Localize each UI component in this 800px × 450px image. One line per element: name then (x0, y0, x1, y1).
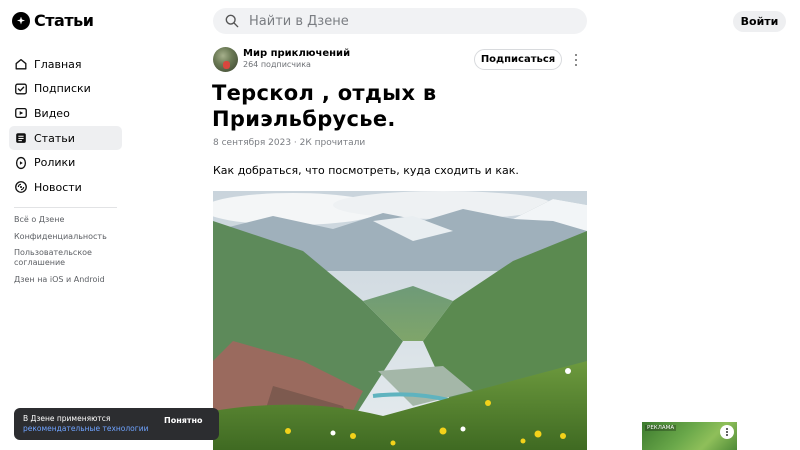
logo[interactable]: Статьи (12, 11, 94, 30)
video-icon (15, 108, 27, 119)
news-icon (15, 181, 27, 194)
search-icon (225, 14, 239, 28)
more-options-icon[interactable] (571, 52, 581, 68)
zen-logo-icon (12, 11, 30, 30)
sidebar-nav: Главная Подписки Видео Статьи Ролики Нов… (9, 52, 122, 200)
search-bar[interactable] (213, 8, 587, 34)
sidebar-item-subscriptions[interactable]: Подписки (9, 77, 122, 102)
sidebar-divider (14, 207, 117, 208)
footer-links: Всё о Дзене Конфиденциальность Пользоват… (14, 215, 119, 291)
footer-link-apps[interactable]: Дзен на iOS и Android (14, 275, 119, 285)
ad-more-icon[interactable] (720, 425, 734, 439)
home-icon (15, 59, 27, 70)
search-input[interactable] (249, 13, 549, 29)
article-photo (213, 191, 587, 450)
subscriber-count: 264 подписчика (243, 60, 311, 69)
sidebar-item-label: Ролики (34, 156, 76, 170)
sidebar-item-label: Главная (34, 57, 82, 71)
article-lead: Как добраться, что посмотреть, куда сход… (213, 164, 519, 177)
sidebar-item-home[interactable]: Главная (9, 52, 122, 77)
channel-avatar[interactable] (213, 47, 238, 72)
cookie-banner: В Дзене применяются рекомендательные тех… (14, 408, 219, 440)
sidebar-item-news[interactable]: Новости (9, 175, 122, 200)
sidebar-item-shorts[interactable]: Ролики (9, 150, 122, 175)
shorts-icon (15, 156, 27, 169)
sidebar-item-label: Видео (34, 106, 70, 120)
article-title: Терскол , отдых в Приэльбрусье. (212, 81, 437, 131)
footer-link-terms[interactable]: Пользовательское соглашение (14, 248, 119, 268)
sidebar-item-label: Новости (34, 180, 82, 194)
sidebar-item-label: Подписки (34, 82, 91, 96)
login-button[interactable]: Войти (733, 11, 786, 32)
ad-label: РЕКЛАМА (645, 425, 677, 431)
sidebar-item-video[interactable]: Видео (9, 101, 122, 126)
channel-name[interactable]: Мир приключений (243, 48, 350, 59)
cookie-accept-button[interactable]: Понятно (164, 416, 203, 425)
cookie-link[interactable]: рекомендательные технологии (23, 424, 148, 434)
articles-icon (16, 133, 26, 143)
sidebar-item-label: Статьи (34, 131, 75, 145)
footer-link-privacy[interactable]: Конфиденциальность (14, 232, 119, 242)
ad-banner[interactable]: РЕКЛАМА (642, 422, 737, 450)
sidebar-item-articles[interactable]: Статьи (9, 125, 122, 151)
subscriptions-icon (15, 83, 27, 95)
footer-link-about[interactable]: Всё о Дзене (14, 215, 119, 225)
logo-text: Статьи (34, 11, 94, 30)
subscribe-button[interactable]: Подписаться (474, 49, 562, 70)
article-meta: 8 сентября 2023 · 2К прочитали (213, 138, 366, 148)
cookie-text: В Дзене применяются (23, 414, 111, 423)
